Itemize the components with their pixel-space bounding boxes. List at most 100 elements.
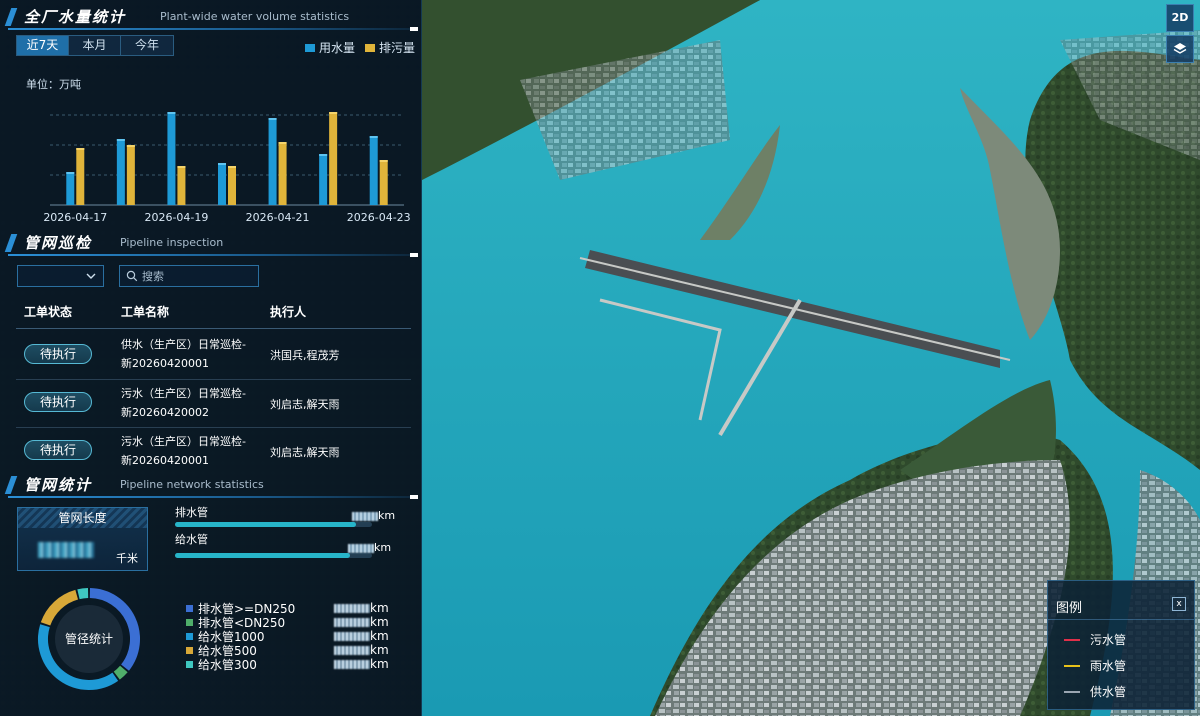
supply-pipe-unit: km xyxy=(374,541,392,554)
donut-slice-排水管<DN250[interactable] xyxy=(113,665,128,680)
header-divider xyxy=(8,496,416,498)
x-tick-label: 2026-04-19 xyxy=(144,211,208,224)
legend-usage[interactable]: 用水量 xyxy=(305,39,355,56)
chart-unit: 单位：万吨 xyxy=(26,78,81,91)
water-stats-header: 全厂水量统计 Plant-wide water volume statistic… xyxy=(4,4,418,31)
order-name-line2: 新20260420001 xyxy=(121,454,209,467)
header-divider-end xyxy=(410,27,418,31)
line-swatch xyxy=(1064,638,1080,641)
legend-sewage[interactable]: 排污量 xyxy=(365,39,415,56)
legend-label: 供水管 xyxy=(1090,685,1127,699)
status-button-pending[interactable]: 待执行 xyxy=(24,392,92,412)
line-swatch xyxy=(1064,690,1080,693)
legend-sewage-label: 排污量 xyxy=(379,41,416,55)
order-executor: 刘启志,解天雨 xyxy=(270,398,340,411)
legend-value-masked xyxy=(334,618,370,627)
header-divider-end xyxy=(410,253,418,257)
legend-sewage-swatch xyxy=(365,43,375,52)
status-button-pending[interactable]: 待执行 xyxy=(24,344,92,364)
col-header-status: 工单状态 xyxy=(24,305,73,319)
bar-usage-2026-04-21[interactable] xyxy=(268,118,277,205)
table-header-divider xyxy=(16,328,411,329)
water-stats-title: 全厂水量统计 xyxy=(24,8,127,26)
network-header: 管网统计 Pipeline network statistics xyxy=(4,472,418,499)
bar-usage-2026-04-17[interactable] xyxy=(66,172,75,205)
chevron-down-icon xyxy=(86,273,96,279)
bar-sewage-2026-04-22[interactable] xyxy=(329,112,338,205)
order-name: 供水（生产区）日常巡检- 新20260420001 xyxy=(121,335,261,373)
drain-pipe-bar-fill xyxy=(175,522,357,527)
search-box xyxy=(119,265,259,287)
legend-swatch xyxy=(186,661,193,668)
pipe-length-unit: 千米 xyxy=(116,552,138,565)
order-name: 污水（生产区）日常巡检- 新20260420002 xyxy=(121,384,261,422)
tab-7days[interactable]: 近7天 xyxy=(17,36,69,55)
donut-legend-value: km xyxy=(334,629,389,643)
header-divider-end xyxy=(410,495,418,499)
view-2d-button[interactable]: 2D xyxy=(1166,4,1194,32)
drain-pipe-value-masked xyxy=(352,511,378,521)
bar-sewage-2026-04-20[interactable] xyxy=(228,166,236,205)
drain-pipe-bar xyxy=(175,522,372,527)
supply-pipe-bar xyxy=(175,553,372,558)
search-icon xyxy=(126,270,138,282)
header-slash-icon xyxy=(4,476,18,494)
supply-pipe-bar-fill xyxy=(175,553,351,558)
legend-value-unit: km xyxy=(370,629,389,643)
layers-button[interactable] xyxy=(1166,35,1194,63)
order-executor: 洪国兵,程茂芳 xyxy=(270,349,340,362)
supply-pipe-value-masked xyxy=(348,543,374,553)
legend-value-unit: km xyxy=(370,657,389,671)
legend-value-masked xyxy=(334,604,370,613)
bar-cap xyxy=(329,112,338,114)
bar-cap xyxy=(319,154,328,156)
tab-year[interactable]: 今年 xyxy=(121,36,173,55)
tab-month[interactable]: 本月 xyxy=(69,36,121,55)
legend-value-unit: km xyxy=(370,643,389,657)
inspection-title: 管网巡检 xyxy=(24,234,93,252)
legend-label: 污水管 xyxy=(1090,633,1127,647)
row-divider xyxy=(16,427,411,428)
donut-legend-value: km xyxy=(334,615,389,629)
map-legend-title: 图例 xyxy=(1056,601,1083,616)
bar-cap xyxy=(116,139,125,141)
bar-sewage-2026-04-18[interactable] xyxy=(126,145,135,205)
bar-usage-2026-04-23[interactable] xyxy=(369,136,378,205)
donut-slice-给水管300[interactable] xyxy=(77,588,89,600)
pipe-length-card: 管网长度 千米 xyxy=(17,507,148,571)
order-name-line2: 新20260420001 xyxy=(121,357,209,370)
close-icon[interactable]: x xyxy=(1172,597,1186,611)
x-tick-label: 2026-04-21 xyxy=(246,211,310,224)
x-tick-label: 2026-04-23 xyxy=(347,211,411,224)
bar-cap xyxy=(126,145,135,147)
bar-sewage-2026-04-21[interactable] xyxy=(278,142,287,205)
layers-icon xyxy=(1173,43,1187,54)
legend-supply-pipe: 供水管 xyxy=(1064,683,1126,700)
bar-sewage-2026-04-17[interactable] xyxy=(76,148,85,205)
network-subtitle: Pipeline network statistics xyxy=(120,478,264,491)
network-title: 管网统计 xyxy=(24,476,93,494)
order-name-line1: 供水（生产区）日常巡检- xyxy=(121,338,246,351)
left-panel: 全厂水量统计 Plant-wide water volume statistic… xyxy=(0,0,422,716)
inspection-header: 管网巡检 Pipeline inspection xyxy=(4,230,418,257)
bar-usage-2026-04-19[interactable] xyxy=(167,112,176,205)
pipe-length-title: 管网长度 xyxy=(18,508,147,528)
legend-value-masked xyxy=(334,660,370,669)
legend-swatch xyxy=(186,619,193,626)
bar-usage-2026-04-22[interactable] xyxy=(319,154,328,205)
bar-sewage-2026-04-19[interactable] xyxy=(177,166,186,205)
status-button-pending[interactable]: 待执行 xyxy=(24,440,92,460)
legend-value-unit: km xyxy=(370,601,389,615)
legend-swatch xyxy=(186,605,193,612)
bar-usage-2026-04-20[interactable] xyxy=(218,163,226,205)
drain-pipe-unit: km xyxy=(378,509,396,522)
inspection-subtitle: Pipeline inspection xyxy=(120,236,224,249)
legend-value-masked xyxy=(334,646,370,655)
period-tabs: 近7天 本月 今年 xyxy=(16,35,174,56)
bar-cap xyxy=(66,172,75,174)
status-select[interactable] xyxy=(17,265,104,287)
bar-sewage-2026-04-23[interactable] xyxy=(379,160,388,205)
donut-legend-value: km xyxy=(334,601,389,615)
search-input[interactable] xyxy=(142,268,254,284)
bar-usage-2026-04-18[interactable] xyxy=(116,139,125,205)
